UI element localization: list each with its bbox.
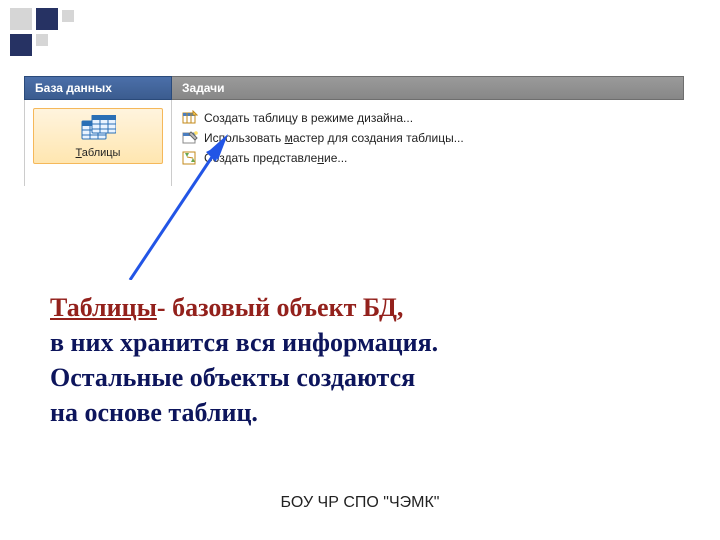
tables-button-label: Таблицы	[34, 147, 162, 159]
tables-button[interactable]: Таблицы	[33, 108, 163, 164]
header-database: База данных	[24, 76, 172, 100]
view-icon	[182, 150, 198, 166]
task-create-view[interactable]: Создать представление...	[182, 148, 674, 168]
wizard-icon	[182, 130, 198, 146]
task-label: Использовать мастер для создания таблицы…	[204, 131, 464, 145]
term-tables: Таблицы	[50, 293, 157, 322]
tasks-list: Создать таблицу в режиме дизайна... Испо…	[172, 100, 684, 186]
header-tasks: Задачи	[172, 76, 684, 100]
sidebar: Таблицы	[24, 100, 172, 186]
task-label: Создать таблицу в режиме дизайна...	[204, 111, 413, 125]
table-design-icon	[182, 110, 198, 126]
header-tasks-label: Задачи	[182, 81, 225, 95]
explanation-text: Таблицы- базовый объект БД, в них хранит…	[50, 290, 650, 430]
task-create-design[interactable]: Создать таблицу в режиме дизайна...	[182, 108, 674, 128]
footer-text: БОУ ЧР СПО "ЧЭМК"	[0, 494, 720, 512]
header-database-label: База данных	[35, 81, 112, 95]
task-label: Создать представление...	[204, 151, 347, 165]
table-icon	[80, 115, 116, 145]
decorative-squares	[10, 8, 140, 58]
db-panel: База данных Задачи	[24, 75, 684, 187]
task-use-wizard[interactable]: Использовать мастер для создания таблицы…	[182, 128, 674, 148]
